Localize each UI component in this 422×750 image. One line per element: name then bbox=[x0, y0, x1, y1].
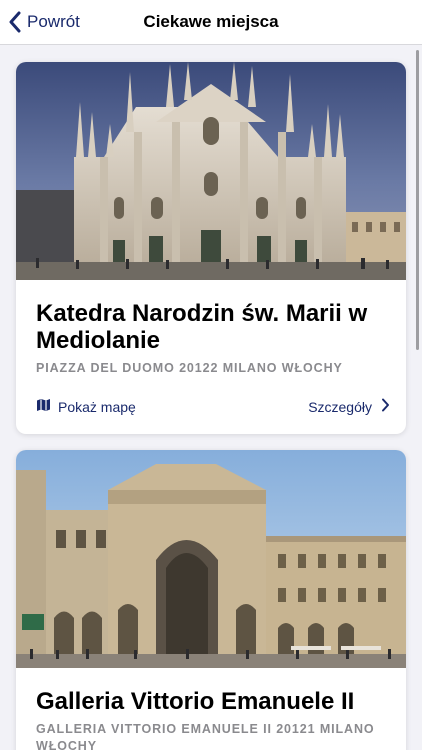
scrollbar[interactable] bbox=[416, 50, 419, 350]
place-address: PIAZZA DEL DUOMO 20122 MILANO WŁOCHY bbox=[36, 361, 343, 375]
show-map-label: Pokaż mapę bbox=[58, 398, 136, 415]
details-button[interactable]: Szczegóły bbox=[308, 398, 390, 415]
place-name: Katedra Narodzin św. Marii w Mediolanie bbox=[36, 300, 368, 354]
place-card[interactable]: Katedra Narodzin św. Marii w Mediolanie … bbox=[16, 62, 406, 434]
place-card[interactable]: Galleria Vittorio Emanuele II GALLERIA V… bbox=[16, 450, 406, 750]
chevron-right-icon bbox=[381, 398, 390, 415]
page-title: Ciekawe miejsca bbox=[143, 12, 279, 31]
place-address: GALLERIA VITTORIO EMANUELE II 20121 MILA… bbox=[36, 722, 375, 750]
navigation-bar: Powrót Ciekawe miejsca bbox=[0, 0, 422, 45]
show-map-button[interactable]: Pokaż mapę bbox=[36, 398, 136, 415]
place-name: Galleria Vittorio Emanuele II bbox=[36, 688, 355, 715]
screen: Powrót Ciekawe miejsca Katedra Narodzin … bbox=[0, 0, 422, 750]
details-label: Szczegóły bbox=[308, 398, 372, 415]
place-photo bbox=[16, 62, 406, 280]
map-icon bbox=[36, 398, 51, 415]
card-actions: Pokaż mapę Szczegóły bbox=[16, 398, 406, 420]
place-photo bbox=[16, 450, 406, 668]
